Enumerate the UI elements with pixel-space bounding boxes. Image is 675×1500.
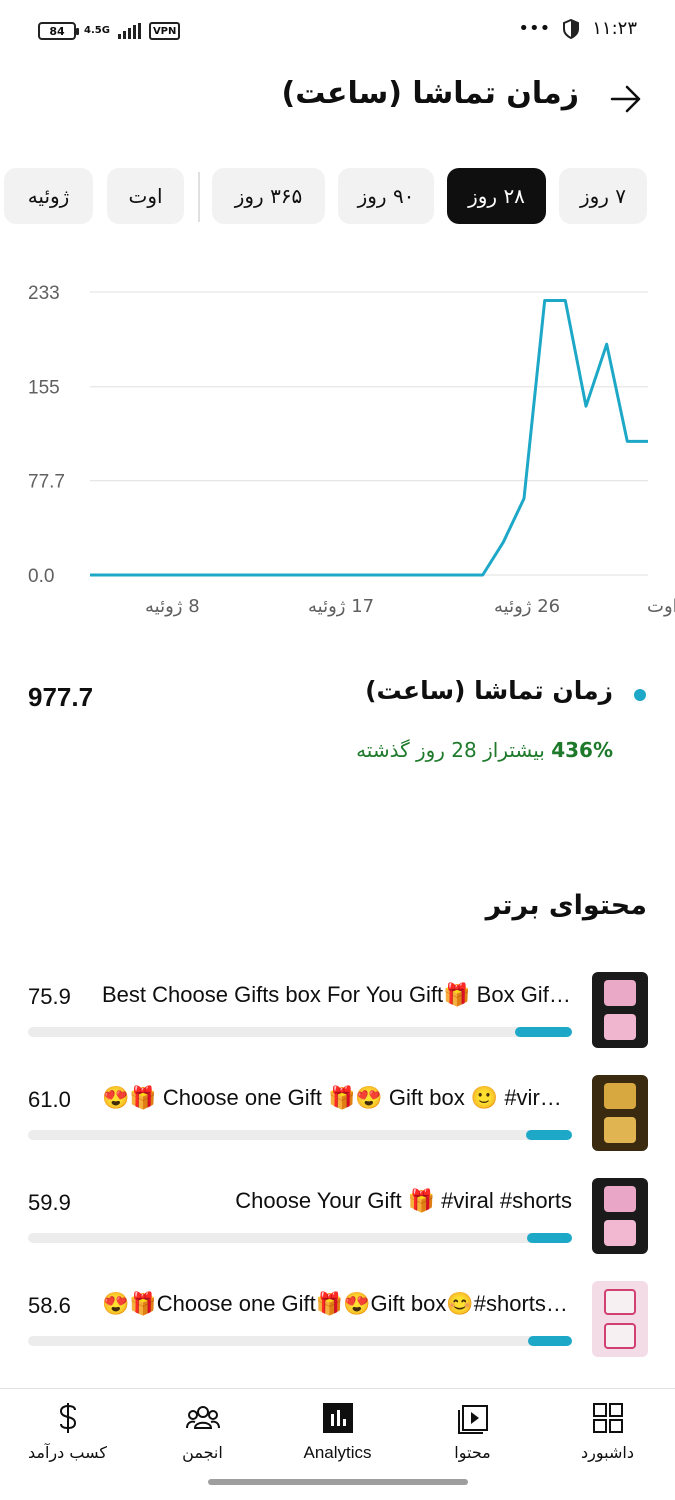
network-indicator: 4.5G <box>84 26 110 36</box>
x-tick-label: 26 ژوئیه <box>494 596 560 617</box>
app-header: زمان تماشا (ساعت) <box>0 70 675 130</box>
signal-icon <box>117 23 141 39</box>
dashboard-icon <box>592 1403 623 1433</box>
chip-7-days[interactable]: ۷ روز <box>559 168 647 224</box>
content-row[interactable]: 58.6 😍🎁Choose one Gift🎁😍Gift box😊#shorts… <box>0 1281 675 1371</box>
nav-label: کسب درآمد <box>28 1443 107 1462</box>
content-value: 61.0 <box>28 1087 71 1112</box>
top-content-title: محتوای برتر <box>485 890 647 921</box>
y-tick-label: 233 <box>28 283 60 304</box>
video-thumbnail <box>592 972 648 1048</box>
x-tick-label: 8 ژوئیه <box>145 596 200 617</box>
video-thumbnail <box>592 1075 648 1151</box>
share-bar-fill <box>515 1027 572 1037</box>
content-title: 😍🎁Choose one Gift🎁😍Gift box😊#shorts #vir… <box>102 1291 572 1316</box>
chip-july[interactable]: ژوئیه <box>4 168 93 224</box>
y-tick-label: 77.7 <box>28 472 65 493</box>
content-row[interactable]: 59.9 Choose Your Gift 🎁 #viral #shorts <box>0 1178 675 1268</box>
content-value: 75.9 <box>28 984 71 1009</box>
share-bar-fill <box>526 1130 572 1140</box>
share-bar-track <box>28 1336 572 1346</box>
content-title: 😍🎁 Choose one Gift 🎁😍 Gift box 🙂 #viral … <box>102 1085 572 1110</box>
share-bar-track <box>28 1233 572 1243</box>
shield-icon <box>563 18 580 39</box>
home-indicator[interactable] <box>208 1479 468 1485</box>
nav-earn[interactable]: کسب درآمد <box>0 1401 135 1471</box>
content-row[interactable]: 61.0 😍🎁 Choose one Gift 🎁😍 Gift box 🙂 #v… <box>0 1075 675 1165</box>
watch-time-chart[interactable]: 233 155 77.7 0.0 8 ژوئیه 17 ژوئیه 26 ژوئیه 4 او… <box>0 270 675 630</box>
battery-level: 84 <box>49 24 65 38</box>
chip-august[interactable]: اوت <box>107 168 184 224</box>
chip-divider <box>198 172 200 222</box>
x-tick-label: 17 ژوئیه <box>308 596 374 617</box>
change-percent: 436% <box>551 738 613 762</box>
nav-label: محتوا <box>454 1443 491 1462</box>
video-thumbnail <box>592 1281 648 1357</box>
series-line <box>90 299 648 577</box>
content-title: Choose Your Gift 🎁 #viral #shorts <box>235 1188 572 1213</box>
dollar-icon <box>59 1403 76 1433</box>
share-bar-fill <box>528 1336 572 1346</box>
status-left: 84 4.5G VPN <box>38 22 181 40</box>
nav-label: داشبورد <box>581 1443 634 1462</box>
change-text: بیشتراز 28 روز گذشته <box>356 738 545 762</box>
share-bar-track <box>28 1027 572 1037</box>
battery-icon: 84 <box>38 22 79 40</box>
content-row[interactable]: 75.9 Best Choose Gifts box For You Gift🎁… <box>0 972 675 1062</box>
content-value: 59.9 <box>28 1190 71 1215</box>
community-icon <box>185 1406 220 1429</box>
nav-content[interactable]: محتوا <box>405 1401 540 1471</box>
nav-community[interactable]: انجمن <box>135 1401 270 1471</box>
content-icon <box>457 1405 488 1434</box>
nav-label: انجمن <box>182 1443 223 1462</box>
analytics-icon <box>322 1403 353 1433</box>
content-value: 58.6 <box>28 1293 71 1318</box>
metric-change: 436% بیشتراز 28 روز گذشته <box>356 738 613 762</box>
nav-dashboard[interactable]: داشبورد <box>540 1401 675 1471</box>
chip-90-days[interactable]: ۹۰ روز <box>338 168 434 224</box>
nav-analytics[interactable]: Analytics <box>270 1401 405 1471</box>
arrow-right-icon[interactable] <box>609 82 643 116</box>
y-tick-label: 0.0 <box>28 566 54 587</box>
date-range-chips: ۷ روز ۲۸ روز ۹۰ روز ۳۶۵ روز اوت ژوئیه <box>0 168 675 226</box>
status-right: ••• ۱۱:۲۳ <box>518 18 637 39</box>
chip-365-days[interactable]: ۳۶۵ روز <box>212 168 325 224</box>
metric-value: 977.7 <box>28 682 94 712</box>
page-title: زمان تماشا (ساعت) <box>281 76 579 111</box>
x-tick-label: 4 اوت <box>647 596 675 617</box>
vpn-badge: VPN <box>148 22 181 40</box>
network-type: 4.5G <box>84 25 110 36</box>
video-thumbnail <box>592 1178 648 1254</box>
chip-28-days[interactable]: ۲۸ روز <box>447 168 546 224</box>
share-bar-track <box>28 1130 572 1140</box>
clock: ۱۱:۲۳ <box>592 18 637 39</box>
nav-label: Analytics <box>303 1443 372 1462</box>
y-tick-label: 155 <box>28 378 60 399</box>
more-dots-icon: ••• <box>518 18 551 39</box>
series-dot <box>634 689 646 701</box>
content-title: Best Choose Gifts box For You Gift🎁 Box … <box>102 982 572 1007</box>
share-bar-fill <box>527 1233 572 1243</box>
metric-label: زمان تماشا (ساعت) <box>365 676 613 705</box>
status-bar: 84 4.5G VPN ••• ۱۱:۲۳ <box>0 0 675 62</box>
